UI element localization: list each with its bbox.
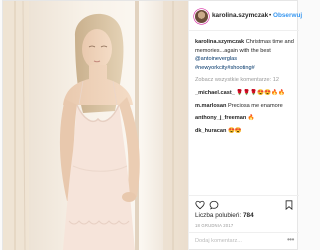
caption-hashtags[interactable]: #newyorkcity#shooting#: [195, 65, 255, 71]
comment-item: dk_huracan 😍😍: [195, 127, 297, 136]
likes-number: 784: [242, 212, 254, 219]
comment-icon[interactable]: [209, 200, 219, 210]
post-actions-bar: [189, 195, 299, 213]
caption-mention[interactable]: @antoineverglas: [195, 56, 237, 62]
post-date[interactable]: 18 GRUDNIA 2017: [195, 223, 233, 228]
profile-username-link[interactable]: karolina.szymczak: [212, 12, 268, 19]
add-comment-bar: Dodaj komentarz... •••: [189, 232, 299, 250]
comment-text: 🌹🌹🌹😍😍🔥🔥: [236, 89, 286, 96]
comment-text: 🔥: [247, 115, 255, 122]
bookmark-icon[interactable]: [284, 200, 294, 210]
likes-label: Liczba polubień:: [195, 212, 242, 219]
comment-username[interactable]: anthony_j_freeman: [195, 115, 246, 121]
comment-item: anthony_j_freeman 🔥: [195, 114, 297, 123]
post-header: karolina.szymczak • Obserwuj: [189, 1, 302, 31]
post-caption: karolina.szymczak Christmas time and mem…: [195, 38, 297, 72]
comment-item: m.marlosan Preciosa me enamore: [195, 102, 297, 111]
more-icon[interactable]: •••: [287, 235, 294, 244]
post-sidebar: karolina.szymczak • Obserwuj karolina.sz…: [188, 1, 302, 250]
follow-button[interactable]: Obserwuj: [273, 12, 302, 19]
separator-dot: •: [269, 11, 272, 19]
comments-section: karolina.szymczak Christmas time and mem…: [195, 38, 297, 139]
avatar[interactable]: [195, 10, 208, 23]
comment-username[interactable]: _michael.cast_: [195, 90, 235, 96]
instagram-post: karolina.szymczak • Obserwuj karolina.sz…: [2, 0, 302, 250]
photo-illustration: [3, 1, 188, 250]
comment-text: 😍😍: [227, 127, 242, 134]
heart-icon[interactable]: [195, 200, 205, 210]
add-comment-input[interactable]: Dodaj komentarz...: [195, 238, 242, 244]
post-photo[interactable]: [3, 1, 188, 250]
view-all-comments-link[interactable]: Zobacz wszystkie komentarze: 12: [195, 76, 297, 85]
comment-item: _michael.cast_ 🌹🌹🌹😍😍🔥🔥: [195, 89, 297, 98]
comment-username[interactable]: m.marlosan: [195, 103, 226, 109]
caption-username[interactable]: karolina.szymczak: [195, 39, 244, 45]
likes-count[interactable]: Liczba polubień: 784: [195, 212, 254, 219]
comment-text: Preciosa me enamore: [227, 102, 283, 109]
comment-username[interactable]: dk_huracan: [195, 128, 226, 134]
